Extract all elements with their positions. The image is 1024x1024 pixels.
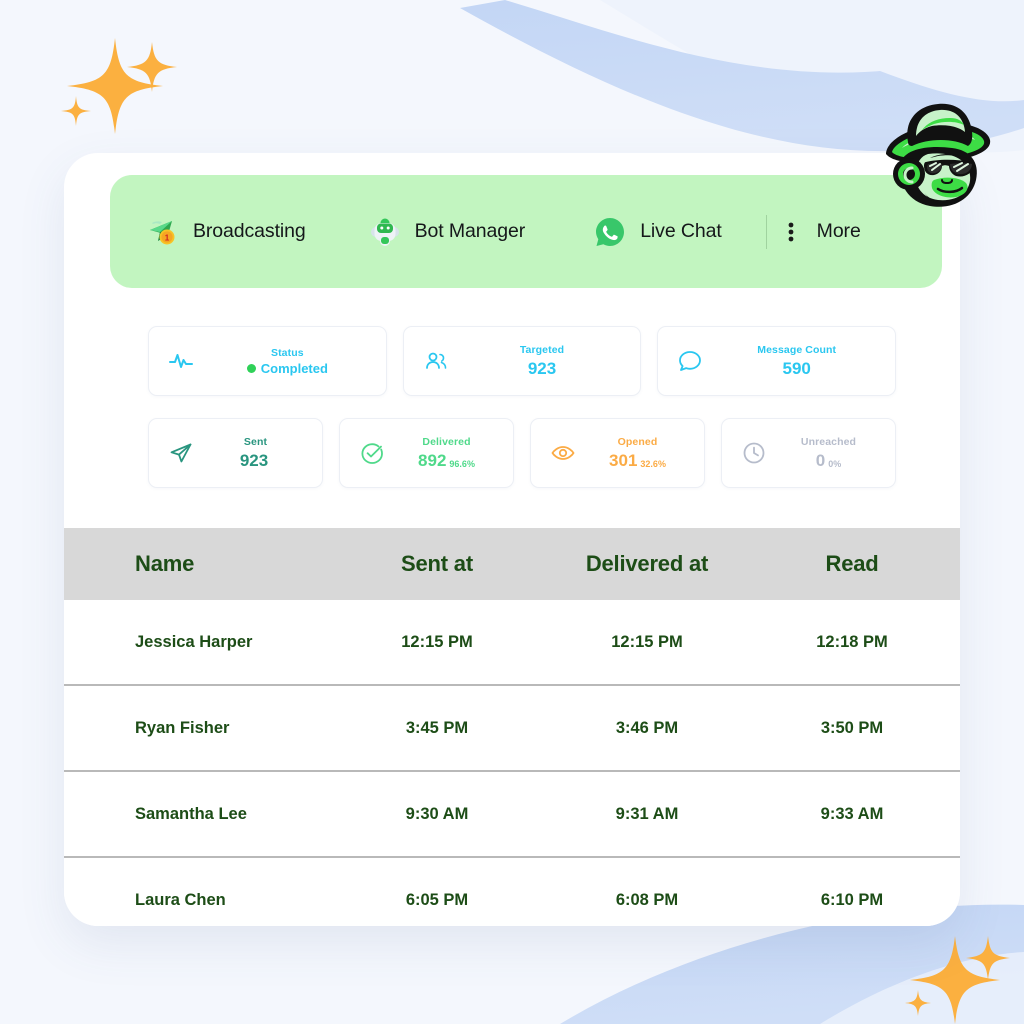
table-row[interactable]: Jessica Harper 12:15 PM 12:15 PM 12:18 P… bbox=[64, 600, 960, 686]
nav-divider bbox=[765, 214, 767, 249]
nav-item-live-chat[interactable]: Live Chat bbox=[593, 215, 722, 249]
table-header-row: Name Sent at Delivered at Read bbox=[64, 528, 960, 600]
stat-row-secondary: Sent 923 Delivered 892 96.6% Opened 301 … bbox=[148, 418, 896, 488]
stat-label: Status bbox=[270, 346, 304, 359]
nav-item-label: More bbox=[816, 220, 861, 242]
stat-card-message-count[interactable]: Message Count 590 bbox=[657, 326, 897, 396]
cell-name: Laura Chen bbox=[135, 890, 226, 909]
stat-value-wrap: 590 bbox=[782, 359, 810, 379]
status-text: Completed bbox=[260, 361, 328, 377]
stats-area: Status Completed Targeted 923 Message Co… bbox=[64, 288, 960, 488]
users-group-icon bbox=[404, 348, 468, 374]
nav-item-label: Broadcasting bbox=[193, 220, 306, 242]
cell-read: 12:18 PM bbox=[816, 632, 888, 651]
stat-percent: 96.6% bbox=[449, 459, 475, 470]
stat-card-status[interactable]: Status Completed bbox=[148, 326, 387, 396]
robot-bot-icon bbox=[370, 218, 399, 246]
stat-card-sent[interactable]: Sent 923 bbox=[148, 418, 323, 488]
cell-name: Jessica Harper bbox=[135, 632, 253, 651]
stat-body: Opened 301 32.6% bbox=[595, 435, 704, 470]
megaphone-broadcast-icon: 1 bbox=[150, 220, 175, 244]
table-row[interactable]: Laura Chen 6:05 PM 6:08 PM 6:10 PM bbox=[64, 858, 960, 926]
cell-delivered-at: 9:31 AM bbox=[615, 804, 679, 823]
stat-label: Targeted bbox=[519, 344, 565, 357]
stat-body: Sent 923 bbox=[213, 435, 322, 470]
column-header-delivered-at: Delivered at bbox=[585, 551, 709, 576]
column-header-sent-at: Sent at bbox=[401, 551, 473, 576]
stat-label: Message Count bbox=[757, 344, 837, 357]
monkey-mascot-icon bbox=[886, 103, 991, 207]
activity-pulse-icon bbox=[149, 348, 213, 374]
clock-icon bbox=[722, 440, 786, 466]
stat-value-wrap: 301 32.6% bbox=[609, 451, 666, 471]
whatsapp-chat-icon bbox=[596, 217, 625, 246]
stat-percent: 0% bbox=[828, 459, 842, 470]
stat-value-wrap: 923 bbox=[528, 359, 556, 379]
cell-name: Samantha Lee bbox=[135, 804, 247, 823]
stat-value: 923 bbox=[527, 359, 557, 379]
stat-card-unreached[interactable]: Unreached 0 0% bbox=[721, 418, 896, 488]
stat-label: Sent bbox=[243, 436, 268, 449]
column-header-read: Read bbox=[825, 551, 879, 576]
top-navigation-bar: 1 Broadcasting Bot Manager Live Chat Mor… bbox=[110, 175, 942, 288]
cell-sent-at: 9:30 AM bbox=[405, 804, 469, 823]
stat-card-targeted[interactable]: Targeted 923 bbox=[402, 326, 642, 396]
nav-item-label: Bot Manager bbox=[414, 220, 526, 242]
nav-item-broadcasting[interactable]: 1 Broadcasting bbox=[146, 215, 306, 249]
stat-value-wrap: 892 96.6% bbox=[418, 451, 475, 471]
stat-value: 301 bbox=[609, 451, 638, 471]
screenshot-root: 1 Broadcasting Bot Manager Live Chat Mor… bbox=[0, 0, 1024, 1024]
stat-body: Delivered 892 96.6% bbox=[404, 435, 513, 470]
sparkle-cluster-bottom-right bbox=[880, 920, 1024, 1024]
recipients-table: Name Sent at Delivered at Read Jessica H… bbox=[64, 528, 960, 926]
svg-text:1: 1 bbox=[165, 233, 170, 242]
table-row[interactable]: Ryan Fisher 3:45 PM 3:46 PM 3:50 PM bbox=[64, 686, 960, 772]
cell-sent-at: 3:45 PM bbox=[405, 718, 469, 737]
stat-value: 923 bbox=[239, 451, 269, 471]
cell-sent-at: 6:05 PM bbox=[405, 890, 469, 909]
cell-delivered-at: 3:46 PM bbox=[615, 718, 679, 737]
cell-delivered-at: 12:15 PM bbox=[611, 632, 683, 651]
message-bubble-icon bbox=[658, 348, 722, 374]
nav-item-label: Live Chat bbox=[640, 220, 722, 242]
stat-value-wrap: 0 0% bbox=[816, 451, 841, 471]
status-dot bbox=[246, 364, 256, 374]
stat-value: 0 bbox=[815, 451, 826, 471]
stat-card-delivered[interactable]: Delivered 892 96.6% bbox=[339, 418, 514, 488]
cell-read: 3:50 PM bbox=[820, 718, 884, 737]
sparkle-cluster-top-left bbox=[40, 20, 190, 155]
sparkle-icon bbox=[905, 936, 1010, 1024]
stat-percent: 32.6% bbox=[640, 459, 666, 470]
stat-label: Unreached bbox=[800, 436, 857, 449]
stat-row-primary: Status Completed Targeted 923 Message Co… bbox=[148, 326, 897, 396]
cell-sent-at: 12:15 PM bbox=[401, 632, 473, 651]
cell-delivered-at: 6:08 PM bbox=[615, 890, 679, 909]
stat-value-wrap: 923 bbox=[240, 451, 271, 471]
nav-item-bot-manager[interactable]: Bot Manager bbox=[368, 215, 526, 249]
status-badge: Completed bbox=[246, 361, 328, 377]
nav-item-more[interactable]: More bbox=[781, 215, 861, 249]
stat-label: Delivered bbox=[422, 436, 471, 449]
app-window: 1 Broadcasting Bot Manager Live Chat Mor… bbox=[64, 153, 960, 926]
eye-icon bbox=[531, 440, 595, 466]
stat-body: Status Completed bbox=[213, 346, 386, 377]
stat-value: 590 bbox=[782, 359, 811, 379]
check-circle-icon bbox=[340, 440, 404, 466]
stat-body: Message Count 590 bbox=[722, 343, 895, 378]
paper-plane-send-icon bbox=[149, 440, 213, 466]
cell-name: Ryan Fisher bbox=[135, 718, 230, 737]
column-header-name: Name bbox=[135, 551, 195, 576]
table-row[interactable]: Samantha Lee 9:30 AM 9:31 AM 9:33 AM bbox=[64, 772, 960, 858]
cell-read: 6:10 PM bbox=[820, 890, 884, 909]
cell-read: 9:33 AM bbox=[820, 804, 884, 823]
stat-card-opened[interactable]: Opened 301 32.6% bbox=[530, 418, 705, 488]
stat-value: 892 bbox=[418, 451, 447, 471]
stat-body: Targeted 923 bbox=[468, 343, 641, 378]
stat-body: Unreached 0 0% bbox=[786, 435, 895, 470]
three-dots-vertical-icon bbox=[788, 222, 794, 241]
sparkle-icon bbox=[61, 38, 177, 134]
monkey-mascot-logo bbox=[872, 92, 1000, 220]
stat-label: Opened bbox=[617, 436, 658, 449]
